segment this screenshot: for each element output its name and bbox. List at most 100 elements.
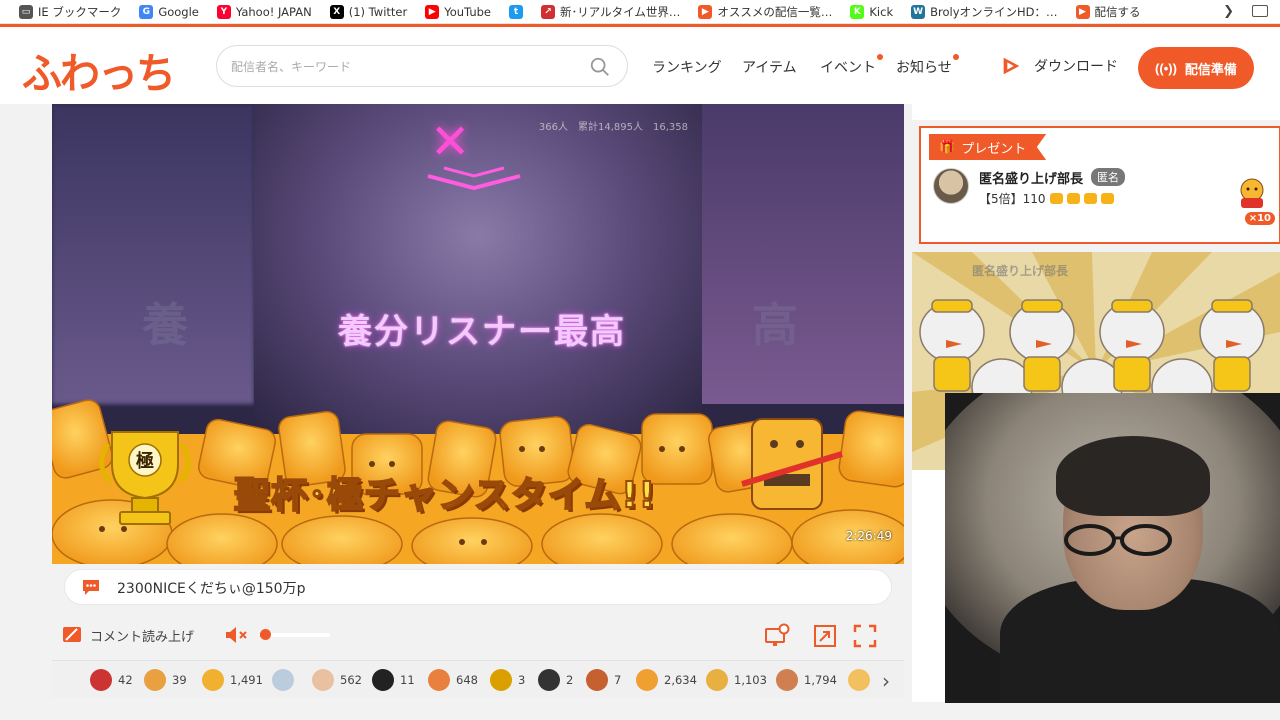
fist-icon — [1049, 193, 1063, 204]
yahoo-icon: Y — [216, 4, 231, 19]
gift-item[interactable]: 1,794 — [776, 669, 837, 691]
video-player[interactable]: 366人 累計14,895人 16,358 ✕ 養 高 養分リスナー最高 極 聖… — [52, 104, 904, 564]
bowl-icon — [272, 669, 294, 691]
bookmark-label: Yahoo! JAPAN — [235, 4, 312, 19]
crown-bear-icon — [776, 669, 798, 691]
right-panel-top — [912, 104, 1280, 120]
comment-input[interactable] — [117, 577, 877, 599]
gift-item-count: 562 — [340, 673, 362, 687]
pig-icon — [312, 669, 334, 691]
search-icon[interactable] — [589, 56, 611, 78]
gift-item[interactable]: 1,491 — [202, 669, 263, 691]
bomb-icon — [372, 669, 394, 691]
effect-sender-name: 匿名盛り上げ部長 — [972, 264, 1069, 278]
video-stream — [254, 104, 702, 434]
bookmark-item[interactable]: t — [500, 0, 532, 24]
gift-item-count: 1,794 — [804, 673, 837, 687]
comment-icon — [83, 580, 99, 595]
bookmark-item[interactable]: ▶ オススメの配信一覧… — [689, 0, 841, 24]
youtube-icon: ▶ — [425, 4, 440, 19]
gift-item[interactable]: 2,634 — [636, 669, 697, 691]
fist-icon — [1100, 193, 1114, 204]
trophy-label: 極 — [136, 450, 154, 472]
nav-events-label: イベント — [820, 60, 876, 76]
bookmark-item[interactable]: X (1) Twitter — [321, 0, 417, 24]
nav-news-label: お知らせ — [896, 60, 952, 76]
fullscreen-icon[interactable] — [852, 623, 878, 649]
bookmark-item[interactable]: G Google — [130, 0, 208, 24]
bookmark-label: オススメの配信一覧… — [717, 4, 833, 19]
nav-ranking[interactable]: ランキング — [652, 57, 722, 77]
bookmark-label: (1) Twitter — [348, 4, 408, 19]
gift-item-count: 2,634 — [664, 673, 697, 687]
bookmark-item[interactable]: W BrolyオンラインHD：… — [902, 0, 1066, 24]
bookmark-item[interactable]: ▶ YouTube — [416, 0, 500, 24]
bookmark-item[interactable]: K Kick — [841, 0, 902, 24]
gift-item[interactable]: 2 — [538, 669, 573, 691]
bookmark-item[interactable]: ▶ 配信する — [1067, 0, 1150, 24]
avatar[interactable] — [933, 168, 969, 204]
search-input[interactable] — [231, 56, 581, 78]
bookmark-label: 配信する — [1094, 4, 1141, 19]
muted-speaker-icon[interactable] — [224, 625, 250, 645]
neon-chevron-effect — [427, 166, 521, 191]
gift-item[interactable]: 11 — [372, 669, 415, 691]
nav-items[interactable]: アイテム — [742, 57, 797, 77]
bookmark-label: Google — [158, 4, 199, 19]
kick-icon: K — [850, 4, 865, 19]
readout-icon — [63, 627, 81, 642]
search-box[interactable] — [216, 45, 628, 87]
gift-item-count: 11 — [400, 673, 415, 687]
gift-item[interactable]: 1,103 — [706, 669, 767, 691]
notification-dot — [877, 54, 883, 60]
sender-name[interactable]: 匿名盛り上げ部長 — [979, 168, 1083, 187]
gift-item-count: 1,103 — [734, 673, 767, 687]
gift-count-badge: ×10 — [1244, 212, 1275, 225]
nav-events[interactable]: イベント — [820, 54, 883, 77]
gift-item[interactable] — [272, 669, 294, 691]
gift-item[interactable]: 42 — [90, 669, 133, 691]
gift-character-icon — [1240, 178, 1264, 208]
gift-item[interactable]: 648 — [428, 669, 478, 691]
comment-bar[interactable] — [64, 569, 892, 605]
site-logo[interactable]: ふわっち — [22, 40, 176, 101]
site-header: ふわっち ランキング アイテム イベント お知らせ ダウンロード ((•)) 配… — [0, 24, 1280, 104]
gift-item-count: 39 — [172, 673, 187, 687]
bookmark-label: 新･リアルタイム世界… — [559, 4, 681, 19]
bread-icon — [636, 669, 658, 691]
video-blur-right — [702, 104, 904, 404]
folder-icon: ▭ — [19, 4, 33, 19]
gift-item-count: 7 — [614, 673, 622, 687]
prepare-broadcast-button[interactable]: ((•)) 配信準備 — [1138, 47, 1254, 89]
screen-settings-icon[interactable] — [764, 623, 790, 649]
gift-item[interactable]: 39 — [144, 669, 187, 691]
bookmark-item[interactable]: ↗ 新･リアルタイム世界… — [532, 0, 689, 24]
pip-icon[interactable] — [812, 623, 838, 649]
chart-icon: ↗ — [540, 4, 555, 19]
volume-knob[interactable] — [260, 629, 272, 640]
download-link[interactable]: ダウンロード — [1000, 55, 1118, 77]
gift-item[interactable] — [848, 669, 870, 691]
glasses — [1064, 524, 1172, 556]
bread-gold-icon — [706, 669, 728, 691]
present-message-text: 【5倍】110 — [979, 192, 1046, 206]
gift-item[interactable]: 562 — [312, 669, 362, 691]
next-items-icon[interactable]: › — [882, 669, 890, 693]
chevron-right-icon[interactable]: ❯ — [1223, 4, 1234, 19]
elapsed-timer: 2:26:49 — [845, 529, 892, 543]
comment-readout-toggle[interactable]: コメント読み上げ — [62, 625, 194, 645]
nav-news[interactable]: お知らせ — [896, 54, 959, 77]
video-blur-left — [52, 104, 254, 404]
x-icon: X — [329, 4, 344, 19]
gift-item[interactable]: 7 — [586, 669, 621, 691]
prepare-broadcast-label: 配信準備 — [1184, 61, 1237, 77]
player-controls: コメント読み上げ — [52, 615, 904, 655]
bookmark-item[interactable]: ▭ IE ブックマーク — [10, 0, 130, 24]
gift-items-row: 42 39 1,491 562 11 648 3 2 7 2,634 1,103 1,794 › — [52, 660, 904, 698]
readout-label: コメント読み上げ — [90, 629, 195, 645]
gift-item-count: 648 — [456, 673, 478, 687]
bookmark-item[interactable]: Y Yahoo! JAPAN — [208, 0, 321, 24]
all-bookmarks-icon[interactable] — [1252, 5, 1268, 17]
blurred-text-right: 高 — [752, 298, 798, 352]
gift-item[interactable]: 3 — [490, 669, 525, 691]
